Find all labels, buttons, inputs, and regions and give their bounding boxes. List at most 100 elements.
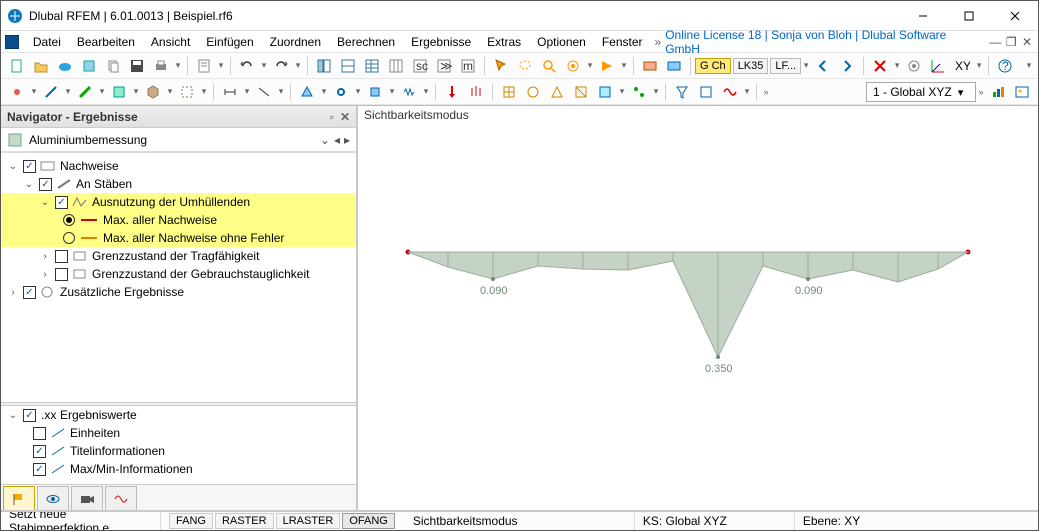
wave-dd[interactable]: ▾ [742,86,752,97]
mdi-minimize[interactable]: — [989,35,1003,49]
expand-anstaeben[interactable]: ⌄ [23,179,35,190]
delete-button[interactable] [869,55,891,77]
expand-ausnutzung[interactable]: ⌄ [39,197,51,208]
filter-tool[interactable] [671,81,693,103]
tree-ergebniswerte[interactable]: Ergebniswerte [60,408,137,422]
tab-raster[interactable]: RASTER [215,513,274,529]
tree-gzg[interactable]: Grenzzustand der Gebrauchstauglichkeit [92,267,309,281]
redo-dropdown[interactable]: ▾ [293,60,303,71]
dim-dd[interactable]: ▾ [242,86,252,97]
tab-fang[interactable]: FANG [169,513,213,529]
mesh5-tool[interactable] [594,81,616,103]
img-tool[interactable] [1011,81,1033,103]
window-minimize-button[interactable] [900,1,946,31]
mdi-close[interactable]: ✕ [1020,35,1034,49]
mesh1-tool[interactable] [498,81,520,103]
license-link[interactable]: Online License 18 | Sonja von Bloh | Dlu… [665,28,986,56]
load2-tool[interactable] [465,81,487,103]
cb-ausnutzung[interactable] [55,196,68,209]
cb-maxmin[interactable] [33,463,46,476]
hin-dd[interactable]: ▾ [353,86,363,97]
radio-maxall-ohne[interactable] [63,232,75,244]
axes-button[interactable] [927,55,949,77]
navtab-1[interactable] [3,486,35,510]
navigator-sub-dropdown[interactable]: ⌄ [320,133,330,147]
sol-dd[interactable]: ▾ [165,86,175,97]
mesh3-tool[interactable] [546,81,568,103]
menu-overflow[interactable]: » [655,35,662,49]
copy-doc-button[interactable] [102,55,124,77]
support-tool[interactable] [296,81,318,103]
tree-anstaeben[interactable]: An Stäben [76,177,132,191]
tab-ofang[interactable]: OFANG [342,513,395,529]
navigator-tree-bottom[interactable]: ⌄ .xx Ergebniswerte Einheiten Titelinfor… [1,406,356,484]
navigator-pin-icon[interactable]: ▫ [330,110,334,124]
navtab-4[interactable] [105,486,137,510]
navigator-close-icon[interactable]: ✕ [340,110,350,124]
menu-datei[interactable]: Datei [25,31,69,53]
wave-tool[interactable] [719,81,741,103]
expand-ergebniswerte[interactable]: ⌄ [7,410,19,421]
tb2-overflow2[interactable]: » [976,87,986,97]
lf-dropdown-arrow[interactable]: ▾ [801,60,811,71]
expand-zusatz[interactable]: › [7,287,19,298]
mesh5-dd[interactable]: ▾ [617,86,627,97]
save-button[interactable] [126,55,148,77]
tree-nachweise[interactable]: Nachweise [60,159,119,173]
cb-zusatz[interactable] [23,286,36,299]
node-tool[interactable] [6,81,28,103]
mesh2-tool[interactable] [522,81,544,103]
expand-nachweise[interactable]: ⌄ [7,161,19,172]
node-dd[interactable]: ▾ [29,86,39,97]
viewport-canvas[interactable]: 0.090 0.350 0.090 [368,132,1028,510]
coord-system-select[interactable]: 1 - Global XYZ ▾ [866,82,976,102]
menu-optionen[interactable]: Optionen [529,31,594,53]
open-button[interactable] [30,55,52,77]
cb-gzt[interactable] [55,250,68,263]
redo-button[interactable] [270,55,292,77]
view-dropdown[interactable]: ▾ [585,60,595,71]
calc-button[interactable] [903,55,925,77]
cb-gzg[interactable] [55,268,68,281]
tb1-overflow[interactable]: ▾ [1024,60,1034,71]
print-button[interactable] [150,55,172,77]
opening-tool[interactable] [176,81,198,103]
menu-berechnen[interactable]: Berechnen [329,31,403,53]
arrow-dropdown[interactable]: ▾ [619,60,629,71]
navigator-sub-prev[interactable]: ◂ [334,133,340,147]
dim-tool[interactable] [219,81,241,103]
cb-einheiten[interactable] [33,427,46,440]
xyz-dropdown[interactable]: ▾ [974,60,984,71]
tree-maxall-ohne[interactable]: Max. aller Nachweise ohne Fehler [103,231,284,245]
navtab-2[interactable] [37,486,69,510]
panel2-button[interactable] [337,55,359,77]
mdi-icon[interactable] [5,35,19,49]
zoom-button[interactable] [538,55,560,77]
menu-einfuegen[interactable]: Einfügen [198,31,261,53]
delete-dropdown[interactable]: ▾ [892,60,902,71]
lasso-button[interactable] [514,55,536,77]
load1-tool[interactable] [441,81,463,103]
menu-zuordnen[interactable]: Zuordnen [262,31,329,53]
tree-maxall[interactable]: Max. aller Nachweise [103,213,217,227]
tab-lraster[interactable]: LRASTER [276,513,341,529]
tree-gzt[interactable]: Grenzzustand der Tragfähigkeit [92,249,259,263]
open-dd[interactable]: ▾ [199,86,209,97]
line-tool[interactable] [40,81,62,103]
seq-button[interactable]: ≫ [433,55,455,77]
navigator-subheader[interactable]: Aluminiumbemessung ⌄ ◂ ▸ [1,128,356,152]
sup-dd[interactable]: ▾ [319,86,329,97]
solid-tool[interactable] [142,81,164,103]
radio-maxall[interactable] [63,214,75,226]
member-dd[interactable]: ▾ [97,86,107,97]
combo-button[interactable] [663,55,685,77]
unit-button[interactable]: m [457,55,479,77]
dim2-tool[interactable] [253,81,275,103]
tree-einheiten[interactable]: Einheiten [70,426,120,440]
loadcase-button[interactable] [639,55,661,77]
arrow-button[interactable] [596,55,618,77]
tb2-overflow[interactable]: » [761,87,771,97]
prev-lc-button[interactable] [812,55,834,77]
menu-extras[interactable]: Extras [479,31,529,53]
window-close-button[interactable] [992,1,1038,31]
